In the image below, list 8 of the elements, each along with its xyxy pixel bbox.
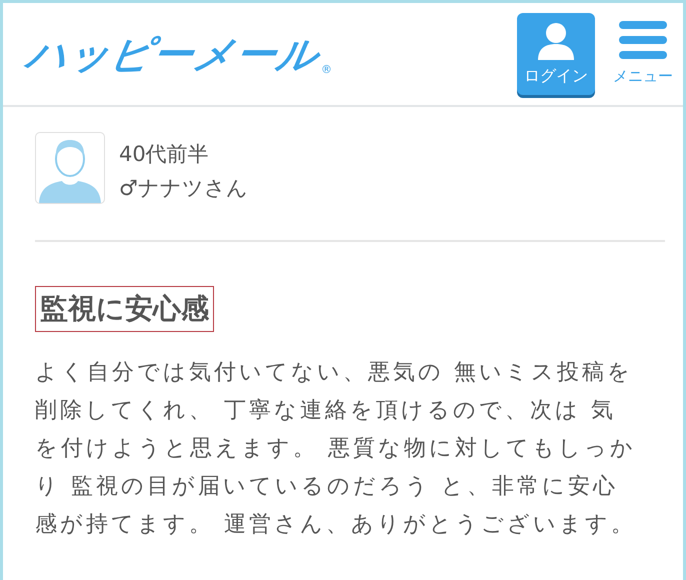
review-title: 監視に安心感 — [35, 286, 214, 332]
person-icon — [536, 22, 576, 60]
user-name: ♂ナナツさん — [119, 175, 248, 202]
login-button[interactable]: ログイン — [517, 13, 595, 95]
review-text: よく自分では気付いてない、悪気の 無いミス投稿を削除してくれ、 丁寧な連絡を頂けるので、次は 気を付けようと思えます。 悪質な物に対してもしっかり 監視の目が届いているのだろう と、非常に安心感が持てます。 運営さん、ありがとうございます。 — [35, 359, 637, 539]
menu-button[interactable]: メニュー — [613, 13, 673, 86]
age-text: 40代前半 — [119, 141, 210, 168]
menu-icon — [619, 21, 667, 59]
